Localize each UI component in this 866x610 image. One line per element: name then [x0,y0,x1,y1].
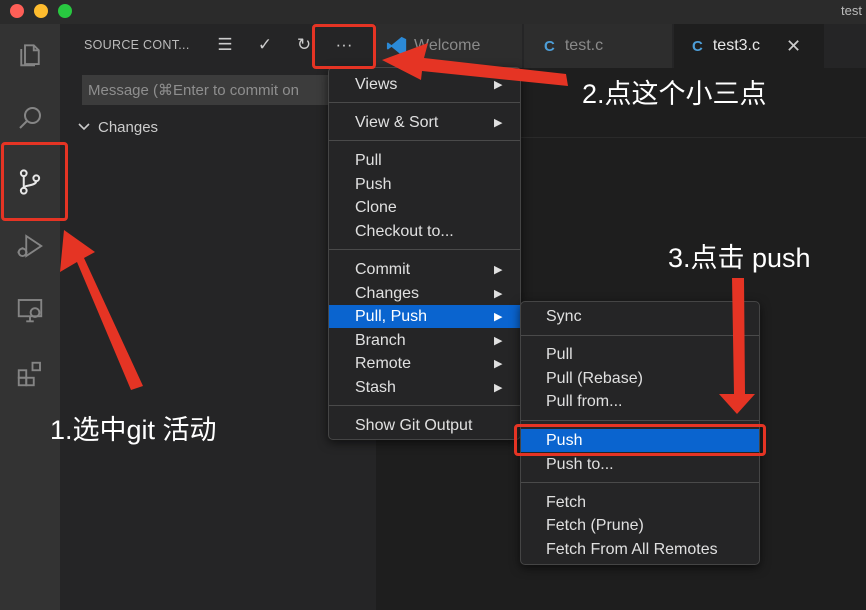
window-minimize-button[interactable] [34,4,48,18]
remote-explorer-icon [17,299,43,323]
annotation-step2: 2.点这个小三点 [582,79,767,109]
submenu-item-pull-from[interactable]: Pull from... [521,390,759,413]
menu-separator [329,405,520,406]
window-close-button[interactable] [10,4,24,18]
menu-item-push[interactable]: Push [329,173,520,196]
activity-bar [0,24,60,610]
submenu-item-push-to[interactable]: Push to... [521,453,759,476]
tab-test-c[interactable]: C test.c [524,24,672,68]
menu-separator [521,482,759,483]
annotation-step3: 3.点击 push [668,243,811,273]
window-title: test [841,3,862,18]
submenu-item-pull-rebase[interactable]: Pull (Rebase) [521,367,759,390]
annotation-box-push [514,424,766,456]
submenu-item-fetch-prune[interactable]: Fetch (Prune) [521,514,759,537]
close-icon[interactable]: ✕ [786,36,801,57]
extensions-button[interactable] [10,354,50,394]
menu-item-show-git-output[interactable]: Show Git Output [329,414,520,437]
commit-icon[interactable]: ✓ [252,32,278,58]
title-bar: test [0,0,866,24]
tab-welcome[interactable]: Welcome [376,24,522,68]
menu-separator [329,140,520,141]
vscode-logo-icon [386,36,407,56]
c-file-icon: C [544,37,555,55]
window-maximize-button[interactable] [58,4,72,18]
menu-item-changes[interactable]: Changes ▶ [329,282,520,305]
submenu-item-fetch-all[interactable]: Fetch From All Remotes [521,538,759,561]
menu-item-views[interactable]: Views ▶ [329,73,520,96]
menu-item-stash[interactable]: Stash ▶ [329,376,520,399]
menu-item-clone[interactable]: Clone [329,196,520,219]
files-icon [20,44,40,67]
tree-view-icon[interactable]: ☰ [212,32,238,58]
menu-separator [521,420,759,421]
annotation-step1: 1.选中git 活动 [50,415,217,445]
submenu-item-sync[interactable]: Sync [521,305,759,328]
sidebar-title: SOURCE CONT... [84,38,190,52]
annotation-box-more [312,24,376,69]
explorer-button[interactable] [10,34,50,74]
extensions-icon [17,361,41,387]
changes-label: Changes [98,118,159,136]
tab-label: test.c [564,37,604,54]
more-actions-menu: Views ▶ View & Sort ▶ Pull Push Clone Chec… [328,67,521,440]
tab-label: test3.c [712,37,760,54]
c-file-icon: C [692,37,703,55]
menu-item-view-sort[interactable]: View & Sort ▶ [329,111,520,134]
annotation-box-git [1,142,68,221]
run-debug-icon [17,234,43,258]
changes-section-header[interactable]: Changes [76,116,158,138]
submenu-item-fetch[interactable]: Fetch [521,491,759,514]
search-icon [19,107,41,129]
menu-separator [329,102,520,103]
search-button[interactable] [10,98,50,138]
editor-tab-bar: Welcome C test.c C test3.c ✕ [376,24,866,68]
remote-explorer-button[interactable] [10,290,50,330]
menu-item-pull[interactable]: Pull [329,149,520,172]
menu-item-commit[interactable]: Commit ▶ [329,258,520,281]
menu-separator [521,335,759,336]
menu-item-checkout[interactable]: Checkout to... [329,220,520,243]
chevron-down-icon [78,123,90,131]
menu-separator [329,249,520,250]
commit-message-input[interactable] [82,75,330,105]
submenu-item-pull[interactable]: Pull [521,343,759,366]
tab-label: Welcome [414,37,481,54]
run-debug-button[interactable] [10,226,50,266]
menu-item-pull-push[interactable]: Pull, Push ▶ [329,305,520,328]
menu-item-branch[interactable]: Branch ▶ [329,329,520,352]
tab-test3-c[interactable]: C test3.c ✕ [674,24,824,68]
menu-item-remote[interactable]: Remote ▶ [329,352,520,375]
